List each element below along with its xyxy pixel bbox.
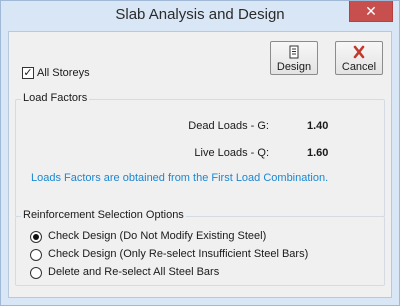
cancel-button-label: Cancel [341,61,377,73]
radio-label: Delete and Re-select All Steel Bars [48,266,220,278]
dead-loads-value: 1.40 [307,120,329,132]
radio-label: Check Design (Do Not Modify Existing Ste… [48,230,267,242]
red-x-icon [336,45,382,59]
live-loads-value: 1.60 [307,147,329,159]
design-button[interactable]: Design [270,41,318,75]
cancel-button[interactable]: Cancel [335,41,383,75]
reinforcement-options-group: Reinforcement Selection Options Check De… [15,209,385,286]
window-title: Slab Analysis and Design [115,6,285,23]
radio-button[interactable] [30,249,42,261]
title-bar[interactable]: Slab Analysis and Design ✕ [1,1,399,31]
dead-loads-label: Dead Loads - G: [188,120,269,132]
document-icon [271,45,317,59]
dialog-client-area: Design Cancel ✓ All Storeys Load Factors… [8,31,392,298]
radio-button[interactable] [30,231,42,243]
load-factors-title: Load Factors [21,92,90,104]
radio-label: Check Design (Only Re-select Insufficien… [48,248,309,260]
window-close-button[interactable]: ✕ [349,1,393,22]
all-storeys-checkbox[interactable]: ✓ [22,67,34,79]
reinforcement-options-title: Reinforcement Selection Options [21,209,186,221]
load-factors-note: Loads Factors are obtained from the Firs… [31,172,329,184]
radio-button[interactable] [30,267,42,279]
dialog-window: Slab Analysis and Design ✕ Design Cancel… [0,0,400,306]
load-factors-group: Load Factors Dead Loads - G: 1.40 Live L… [15,92,385,217]
all-storeys-label: All Storeys [37,67,90,79]
design-button-label: Design [276,61,312,73]
live-loads-label: Live Loads - Q: [194,147,269,159]
